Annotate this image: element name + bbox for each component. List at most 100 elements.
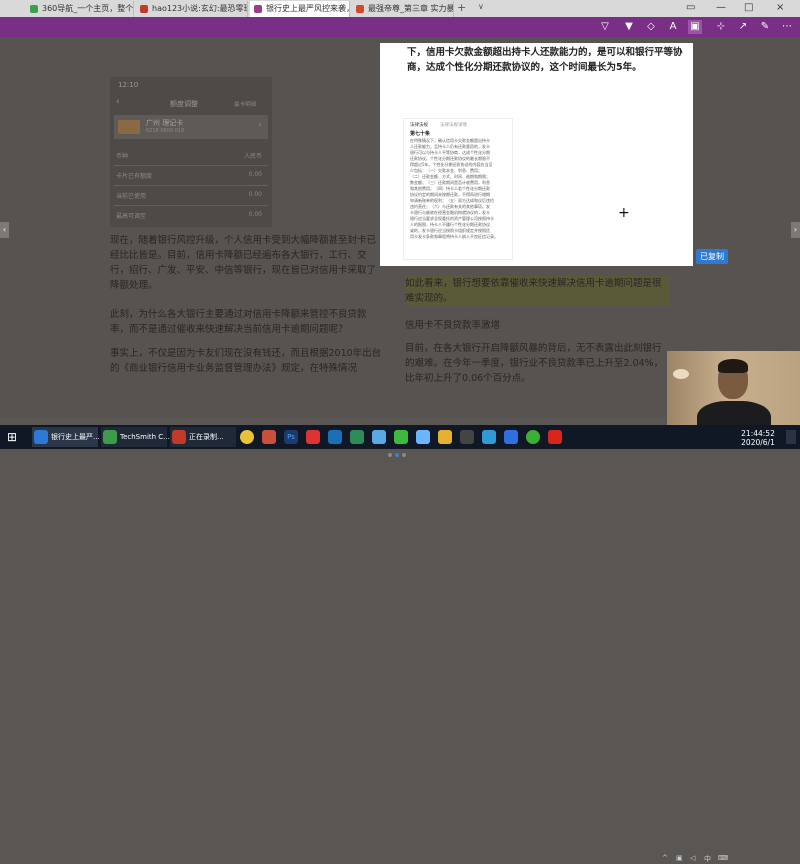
browser-tab-strip: 360导航_一个主页，整个世 hao123小说:玄幻:最恐零珠 银行史上最严风控… [0, 0, 800, 17]
regulation-image: 法律法规 法律法规详情 第七十条 在特殊情况下，确认信用卡欠款金额超出持卡 人还… [403, 118, 513, 260]
photoshop-icon[interactable]: Ps [284, 430, 298, 444]
card-number: 6218 0600 018 [146, 128, 185, 134]
taskbar-item-recording[interactable]: 正在录制... [170, 427, 236, 447]
keyboard-tray-icon[interactable]: ⌨ [718, 854, 728, 862]
text-icon[interactable]: A [666, 20, 680, 34]
prev-page-arrow-icon[interactable]: ‹ [0, 222, 9, 238]
highlighted-paragraph: 如此看来，银行想要依靠催收来快速解决信用卡逾期问题是很难实现的。 [405, 276, 670, 306]
close-tab-icon[interactable]: × [338, 1, 345, 16]
phone-row: 卡片已有额度 0.00 [110, 167, 272, 183]
browser-tab-1[interactable]: 360导航_一个主页，整个世 [26, 1, 134, 17]
network-app-icon[interactable] [416, 430, 430, 444]
tab-list-chevron-icon[interactable]: ∨ [478, 2, 484, 11]
browser-tab-4[interactable]: 最强帝尊_第三章 实力暴涨 [352, 1, 454, 17]
blue-app-icon[interactable] [328, 430, 342, 444]
wechat-icon[interactable] [526, 430, 540, 444]
article-paragraph: 事实上，不仅是因为卡友们现在没有钱还，而且根据2010年出台的《商业银行信用卡业… [110, 348, 382, 374]
webcam-overlay [667, 351, 800, 430]
row-value: 人民币 [243, 153, 262, 160]
red-app-icon[interactable] [306, 430, 320, 444]
weibo-icon[interactable] [548, 430, 562, 444]
start-windows-icon[interactable]: ⊞ [4, 427, 20, 447]
notification-icon[interactable] [786, 430, 796, 444]
maximize-icon[interactable]: □ [744, 0, 753, 16]
taskbar-item-label: TechSmith C... [120, 433, 170, 441]
ime-tray-icon[interactable]: 中 [704, 854, 711, 864]
browser-tab-2[interactable]: hao123小说:玄幻:最恐零珠 [136, 1, 248, 17]
close-window-icon[interactable]: × [776, 0, 784, 16]
article-paragraph: 目前，在各大银行开启降额风暴的背后，无不表露出此刻银行的艰难。在今年一季度，银行… [405, 343, 664, 384]
divider [114, 165, 268, 166]
article-paragraph: 现在，随着银行风控升级，个人信用卡受到大幅降额甚至封卡已经比比皆是。目前，信用卡… [110, 235, 377, 291]
iqiyi-icon[interactable] [394, 430, 408, 444]
recording-icon [172, 430, 186, 444]
taskbar-item-techsmith[interactable]: TechSmith C... [101, 427, 170, 447]
tray-chevron-icon[interactable]: ^ [662, 854, 668, 862]
green-app-icon[interactable] [350, 430, 364, 444]
network-tray-icon[interactable]: ▣ [676, 854, 683, 862]
row-value: 0.00 [248, 191, 262, 198]
tab-title: 最强帝尊_第三章 实力暴涨 [368, 4, 454, 13]
windows-taskbar: ⊞ 银行史上最严... TechSmith C... 正在录制... Ps ^ … [0, 425, 800, 863]
overlay-text: 下，信用卡欠款金额超出持卡人还款能力的，是可以和银行平等协商，达成个性化分期还款… [407, 47, 683, 73]
chrome-icon[interactable] [240, 430, 254, 444]
taskbar-item-browser[interactable]: 银行史上最严... [32, 427, 100, 447]
image-header-left: 法律法规 [410, 123, 428, 128]
taskbar-item-label: 银行史上最严... [51, 433, 100, 441]
image-header-right: 法律法规详情 [440, 123, 467, 128]
folder-icon[interactable] [438, 430, 452, 444]
eraser-icon[interactable]: ◇ [644, 20, 658, 34]
clock-date: 2020/6/1 [741, 438, 775, 447]
back-icon: ‹ [116, 97, 120, 107]
volume-tray-icon[interactable]: ◁ [690, 854, 695, 862]
copied-tag[interactable]: 已复制 [696, 249, 728, 264]
clock-time: 21:44:52 [741, 429, 775, 438]
lamp-image [673, 369, 689, 379]
image-title: 第七十条 [410, 131, 431, 137]
pin-icon[interactable]: ⊹ [714, 20, 728, 34]
taskbar-clock[interactable]: 21:44:52 2020/6/1 [734, 429, 782, 447]
card-name: 广州 理记卡 [146, 119, 184, 127]
divider [114, 205, 268, 206]
row-label: 最高可调至 [116, 213, 147, 220]
divider [114, 185, 268, 186]
next-page-arrow-icon[interactable]: › [791, 222, 800, 238]
filter-icon[interactable]: ▽ [598, 20, 612, 34]
card-panel: 广州 理记卡 6218 0600 018 › [114, 115, 268, 139]
baidu-icon[interactable] [504, 430, 518, 444]
phone-title: 额度调整 [170, 100, 198, 108]
browser-tab-3-active[interactable]: 银行史上最严风控来袭， × [250, 1, 350, 17]
chevron-right-icon: › [258, 120, 262, 130]
highlighter-icon[interactable]: ▼ [622, 20, 636, 34]
site-favicon [356, 5, 364, 13]
site-favicon [254, 5, 262, 13]
tab-title: 360导航_一个主页，整个世 [42, 4, 134, 13]
cloud-app-icon[interactable] [372, 430, 386, 444]
screenshot-selection-overlay[interactable]: 下，信用卡欠款金额超出持卡人还款能力的，是可以和银行平等协商，达成个性化分期还款… [380, 43, 693, 266]
row-label: 币种 [116, 153, 129, 160]
phone-row: 当前已使用 0.00 [110, 187, 272, 203]
tab-title: hao123小说:玄幻:最恐零珠 [152, 4, 248, 13]
phone-right-link: 最卡明细 [234, 102, 257, 108]
edit-icon[interactable]: ✎ [758, 20, 772, 34]
more-icon[interactable]: ⋯ [780, 20, 794, 34]
qq-icon[interactable] [482, 430, 496, 444]
browser-icon [34, 430, 48, 444]
site-favicon [140, 5, 148, 13]
crosshair-cursor-icon: + [618, 205, 630, 221]
taskbar-item-label: 正在录制... [189, 433, 224, 441]
new-tab-button[interactable]: + [457, 1, 466, 15]
phone-row: 最高可调至 0.00 [110, 207, 272, 223]
minimize-icon[interactable]: — [716, 0, 726, 16]
share-icon[interactable]: ↗ [736, 20, 750, 34]
ribbon-icon[interactable]: ▭ [686, 0, 695, 16]
screenshot-icon[interactable]: ▣ [688, 20, 702, 34]
phone-screenshot: 12:10 ‹ 额度调整 最卡明细 广州 理记卡 6218 0600 018 ›… [110, 77, 272, 227]
app-icon[interactable] [262, 430, 276, 444]
phone-time: 12:10 [118, 81, 139, 89]
card-image-icon [118, 120, 140, 134]
article-paragraph: 此刻，为什么各大银行主要通过对信用卡降额来管控不良贷款率，而不是通过催收来快速解… [110, 309, 367, 335]
row-label: 当前已使用 [116, 193, 147, 200]
row-label: 卡片已有额度 [116, 173, 153, 180]
sound-app-icon[interactable] [460, 430, 474, 444]
